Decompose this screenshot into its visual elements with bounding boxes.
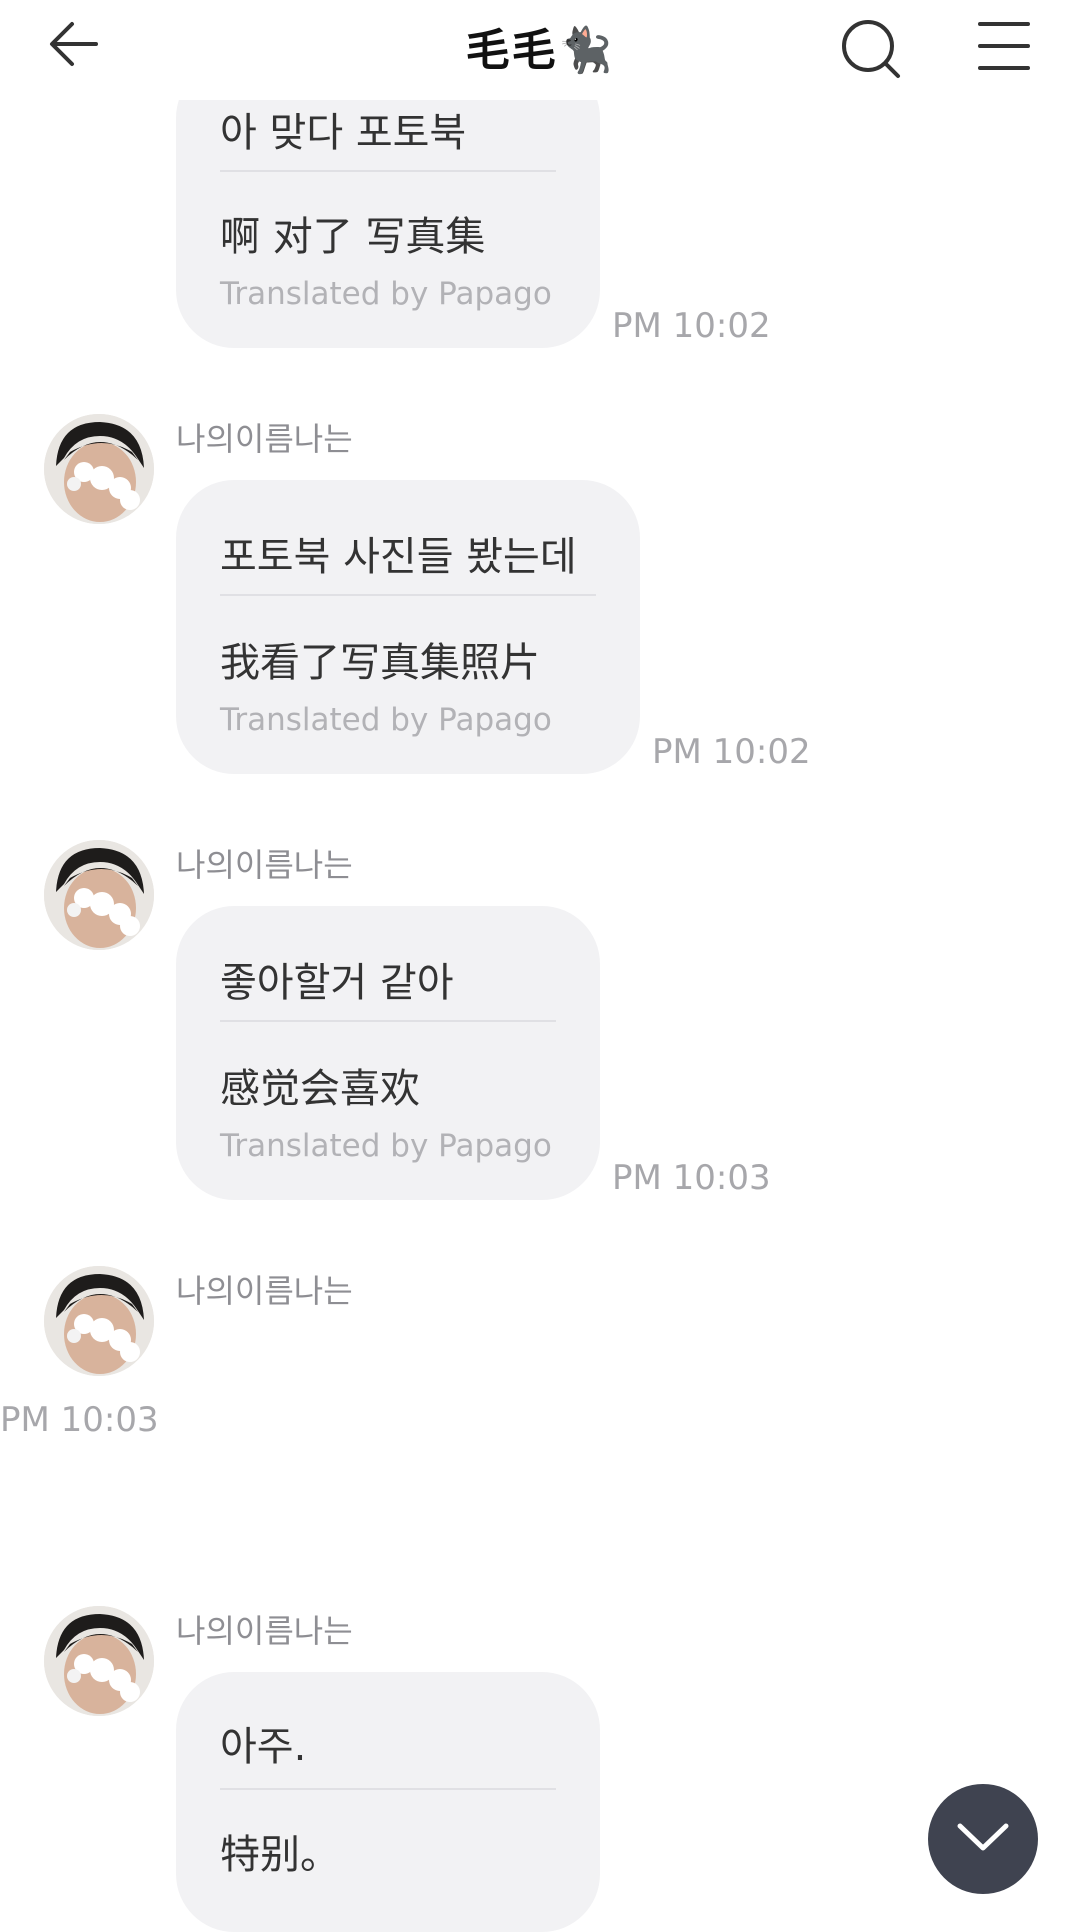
original-text: 아주. [220,1724,307,1770]
sender-name: 나의이름나는 [176,846,353,884]
chat-title: 毛毛🐈‍⬛ [465,25,615,76]
message-bubble[interactable]: 좋아할거 같아 感觉会喜欢 Translated by Papago [176,906,600,1200]
avatar[interactable] [44,1266,154,1376]
translation-credit: Translated by Papago [220,276,552,312]
translated-text: 我看了写真集照片 [220,640,540,686]
chevron-down-icon [957,1823,1009,1851]
message-bubble[interactable]: 포토북 사진들 봤는데 我看了写真集照片 Translated by Papag… [176,480,640,774]
original-text: 포토북 사진들 봤는데 [220,534,577,580]
search-button[interactable] [838,16,904,82]
translation-divider [220,1020,556,1022]
translated-text: 感觉会喜欢 [220,1066,420,1112]
avatar[interactable] [44,414,154,524]
message-time: PM 10:03 [0,1400,159,1440]
translation-credit: Translated by Papago [220,1128,552,1164]
avatar[interactable] [44,840,154,950]
translation-divider [220,170,556,172]
translation-divider [220,594,596,596]
translation-credit: Translated by Papago [220,702,552,738]
message-time: PM 10:02 [612,306,771,346]
sender-name: 나의이름나는 [176,1272,353,1310]
search-icon [842,20,900,78]
avatar-photo [44,1266,154,1376]
message-bubble[interactable]: 아주. 特别。 [176,1672,600,1932]
original-text: 좋아할거 같아 [220,960,454,1006]
translation-divider [220,1788,556,1790]
original-text: 아 맞다 포토북 [220,110,467,156]
sender-name: 나의이름나는 [176,1612,353,1650]
chat-header: 毛毛🐈‍⬛ [0,0,1080,100]
hamburger-menu-icon [978,22,1030,70]
message-bubble[interactable]: 아 맞다 포토북 啊 对了 写真集 Translated by Papago [176,60,600,348]
sender-name: 나의이름나는 [176,420,353,458]
translated-text: 特别。 [220,1832,340,1878]
message-time: PM 10:02 [652,732,811,772]
translated-text: 啊 对了 写真集 [220,214,486,260]
avatar-photo [44,414,154,524]
avatar-photo [44,840,154,950]
menu-button[interactable] [976,20,1032,72]
avatar-photo [44,1606,154,1716]
message-time: PM 10:03 [612,1158,771,1198]
avatar[interactable] [44,1606,154,1716]
